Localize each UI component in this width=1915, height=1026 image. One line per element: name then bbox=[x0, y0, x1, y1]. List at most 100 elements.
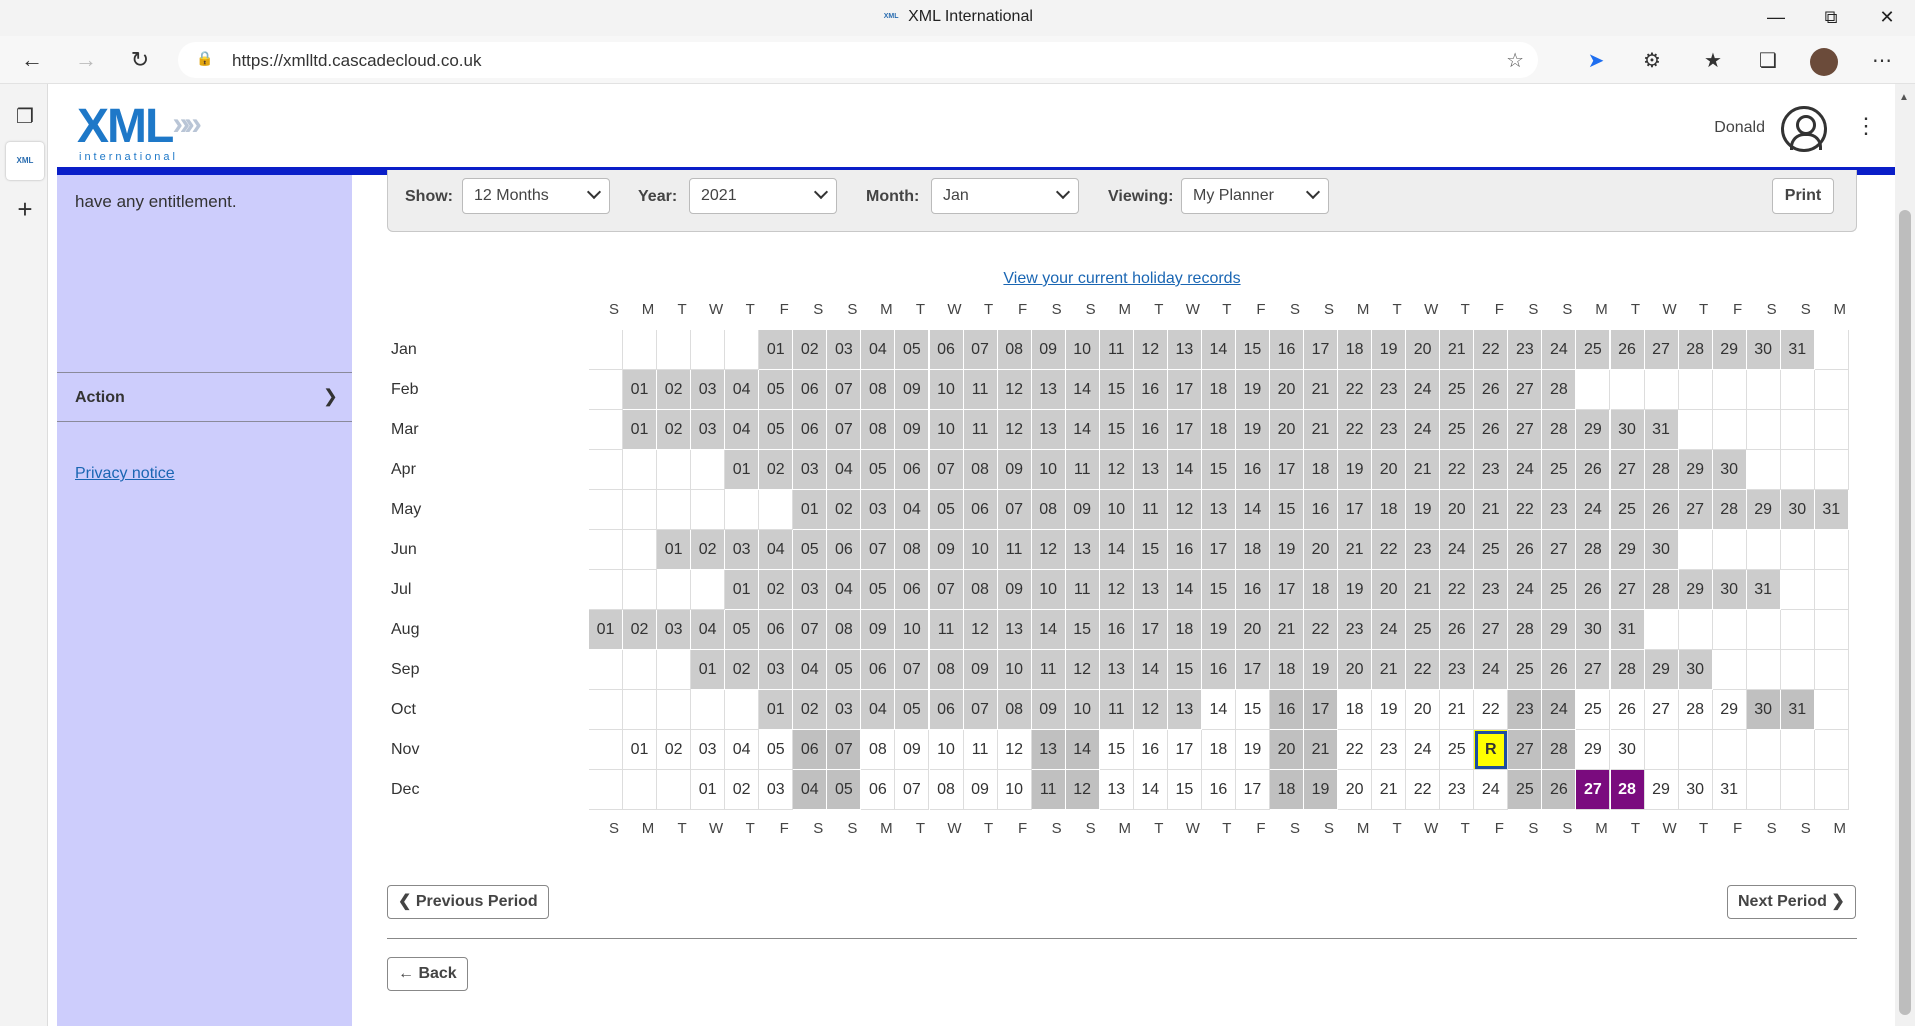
day-cell[interactable]: 25 bbox=[1576, 690, 1611, 730]
day-cell[interactable]: 02 bbox=[657, 410, 692, 450]
favorites-icon[interactable]: ★ bbox=[1699, 48, 1727, 74]
day-cell[interactable]: 08 bbox=[929, 770, 964, 810]
day-cell[interactable]: 31 bbox=[1780, 690, 1815, 730]
day-cell[interactable]: 28 bbox=[1644, 570, 1679, 610]
kebab-menu-icon[interactable]: ⋮ bbox=[1855, 113, 1877, 139]
booked-day-cell[interactable]: 27 bbox=[1576, 770, 1611, 810]
print-button[interactable]: Print bbox=[1772, 178, 1834, 214]
day-cell[interactable]: 14 bbox=[1201, 330, 1236, 370]
user-avatar-icon[interactable] bbox=[1781, 106, 1827, 152]
day-cell[interactable]: 15 bbox=[1201, 570, 1236, 610]
day-cell[interactable]: 03 bbox=[793, 450, 828, 490]
day-cell[interactable]: 23 bbox=[1508, 330, 1543, 370]
day-cell[interactable]: 20 bbox=[1406, 690, 1441, 730]
day-cell[interactable]: 29 bbox=[1678, 570, 1713, 610]
day-cell[interactable]: 20 bbox=[1235, 610, 1270, 650]
day-cell[interactable]: 14 bbox=[1235, 490, 1270, 530]
day-cell[interactable]: 27 bbox=[1508, 370, 1543, 410]
day-cell[interactable]: 28 bbox=[1542, 370, 1577, 410]
day-cell[interactable]: 06 bbox=[929, 330, 964, 370]
day-cell[interactable]: 29 bbox=[1712, 690, 1747, 730]
day-cell[interactable]: 25 bbox=[1406, 610, 1441, 650]
day-cell[interactable]: 06 bbox=[895, 450, 930, 490]
day-cell[interactable]: 19 bbox=[1304, 770, 1339, 810]
day-cell[interactable]: 09 bbox=[1065, 490, 1100, 530]
day-cell[interactable]: 26 bbox=[1542, 770, 1577, 810]
day-cell[interactable]: 09 bbox=[929, 530, 964, 570]
day-cell[interactable]: 05 bbox=[759, 410, 794, 450]
day-cell[interactable]: 11 bbox=[963, 410, 998, 450]
day-cell[interactable]: 12 bbox=[997, 370, 1032, 410]
day-cell[interactable]: 21 bbox=[1474, 490, 1509, 530]
day-cell[interactable]: 06 bbox=[929, 690, 964, 730]
day-cell[interactable]: 03 bbox=[827, 690, 862, 730]
day-cell[interactable]: 04 bbox=[861, 690, 896, 730]
day-cell[interactable]: 13 bbox=[1099, 650, 1134, 690]
day-cell[interactable]: 08 bbox=[827, 610, 862, 650]
day-cell[interactable]: 08 bbox=[929, 650, 964, 690]
day-cell[interactable]: 13 bbox=[1065, 530, 1100, 570]
day-cell[interactable]: 09 bbox=[895, 410, 930, 450]
day-cell[interactable]: 16 bbox=[1270, 330, 1304, 370]
day-cell[interactable]: 23 bbox=[1474, 570, 1509, 610]
day-cell[interactable]: 24 bbox=[1440, 530, 1475, 570]
day-cell[interactable]: 07 bbox=[929, 570, 964, 610]
day-cell[interactable]: 05 bbox=[895, 690, 930, 730]
day-cell[interactable]: 12 bbox=[1099, 570, 1134, 610]
day-cell[interactable]: 13 bbox=[1133, 570, 1168, 610]
back-button[interactable]: ← Back bbox=[387, 957, 468, 991]
day-cell[interactable]: 11 bbox=[1099, 330, 1134, 370]
extensions-icon[interactable]: ⚙ bbox=[1638, 48, 1666, 74]
day-cell[interactable]: 27 bbox=[1576, 650, 1611, 690]
day-cell[interactable]: 10 bbox=[1065, 330, 1100, 370]
day-cell[interactable]: 05 bbox=[759, 370, 794, 410]
add-favorite-icon[interactable]: ☆ bbox=[1506, 48, 1524, 73]
day-cell[interactable]: 24 bbox=[1406, 370, 1441, 410]
day-cell[interactable]: 30 bbox=[1746, 330, 1781, 370]
day-cell[interactable]: 29 bbox=[1576, 410, 1611, 450]
day-cell[interactable]: 30 bbox=[1610, 410, 1645, 450]
minimize-icon[interactable]: — bbox=[1748, 0, 1804, 36]
day-cell[interactable]: 07 bbox=[827, 370, 862, 410]
day-cell[interactable]: 04 bbox=[793, 770, 828, 810]
day-cell[interactable]: 09 bbox=[895, 730, 930, 770]
day-cell[interactable]: 07 bbox=[827, 730, 862, 770]
action-menu[interactable]: Action ❯ bbox=[57, 372, 352, 422]
day-cell[interactable]: 05 bbox=[725, 610, 760, 650]
day-cell[interactable]: 13 bbox=[1167, 330, 1202, 370]
day-cell[interactable]: 13 bbox=[997, 610, 1032, 650]
day-cell[interactable]: 30 bbox=[1678, 770, 1713, 810]
day-cell[interactable]: 19 bbox=[1372, 690, 1407, 730]
day-cell[interactable]: 15 bbox=[1167, 650, 1202, 690]
day-cell[interactable]: 07 bbox=[895, 650, 930, 690]
collections-icon[interactable]: ❏ bbox=[1754, 48, 1782, 74]
day-cell[interactable]: 17 bbox=[1270, 450, 1304, 490]
profile-avatar[interactable] bbox=[1810, 48, 1838, 76]
day-cell[interactable]: 04 bbox=[725, 410, 760, 450]
day-cell[interactable]: 22 bbox=[1406, 650, 1441, 690]
day-cell[interactable]: 22 bbox=[1338, 410, 1373, 450]
day-cell[interactable]: 02 bbox=[691, 530, 726, 570]
day-cell[interactable]: 08 bbox=[997, 330, 1032, 370]
day-cell[interactable]: 27 bbox=[1678, 490, 1713, 530]
tab-actions-icon[interactable]: ❐ bbox=[6, 98, 44, 136]
day-cell[interactable]: 14 bbox=[1201, 690, 1236, 730]
day-cell[interactable]: 22 bbox=[1508, 490, 1543, 530]
day-cell[interactable]: 13 bbox=[1099, 770, 1134, 810]
day-cell[interactable]: 19 bbox=[1304, 650, 1339, 690]
day-cell[interactable]: 07 bbox=[793, 610, 828, 650]
day-cell[interactable]: 22 bbox=[1338, 730, 1373, 770]
day-cell[interactable]: 11 bbox=[963, 370, 998, 410]
day-cell[interactable]: 12 bbox=[1167, 490, 1202, 530]
day-cell[interactable]: 23 bbox=[1372, 730, 1407, 770]
day-cell[interactable]: 11 bbox=[1065, 450, 1100, 490]
day-cell[interactable]: 16 bbox=[1235, 450, 1270, 490]
day-cell[interactable]: 19 bbox=[1338, 450, 1373, 490]
day-cell[interactable]: 25 bbox=[1576, 330, 1611, 370]
day-cell[interactable]: 08 bbox=[861, 410, 896, 450]
day-cell[interactable]: 19 bbox=[1372, 330, 1407, 370]
day-cell[interactable]: 25 bbox=[1610, 490, 1645, 530]
day-cell[interactable]: 22 bbox=[1406, 770, 1441, 810]
day-cell[interactable]: 21 bbox=[1304, 730, 1339, 770]
day-cell[interactable]: 04 bbox=[861, 330, 896, 370]
